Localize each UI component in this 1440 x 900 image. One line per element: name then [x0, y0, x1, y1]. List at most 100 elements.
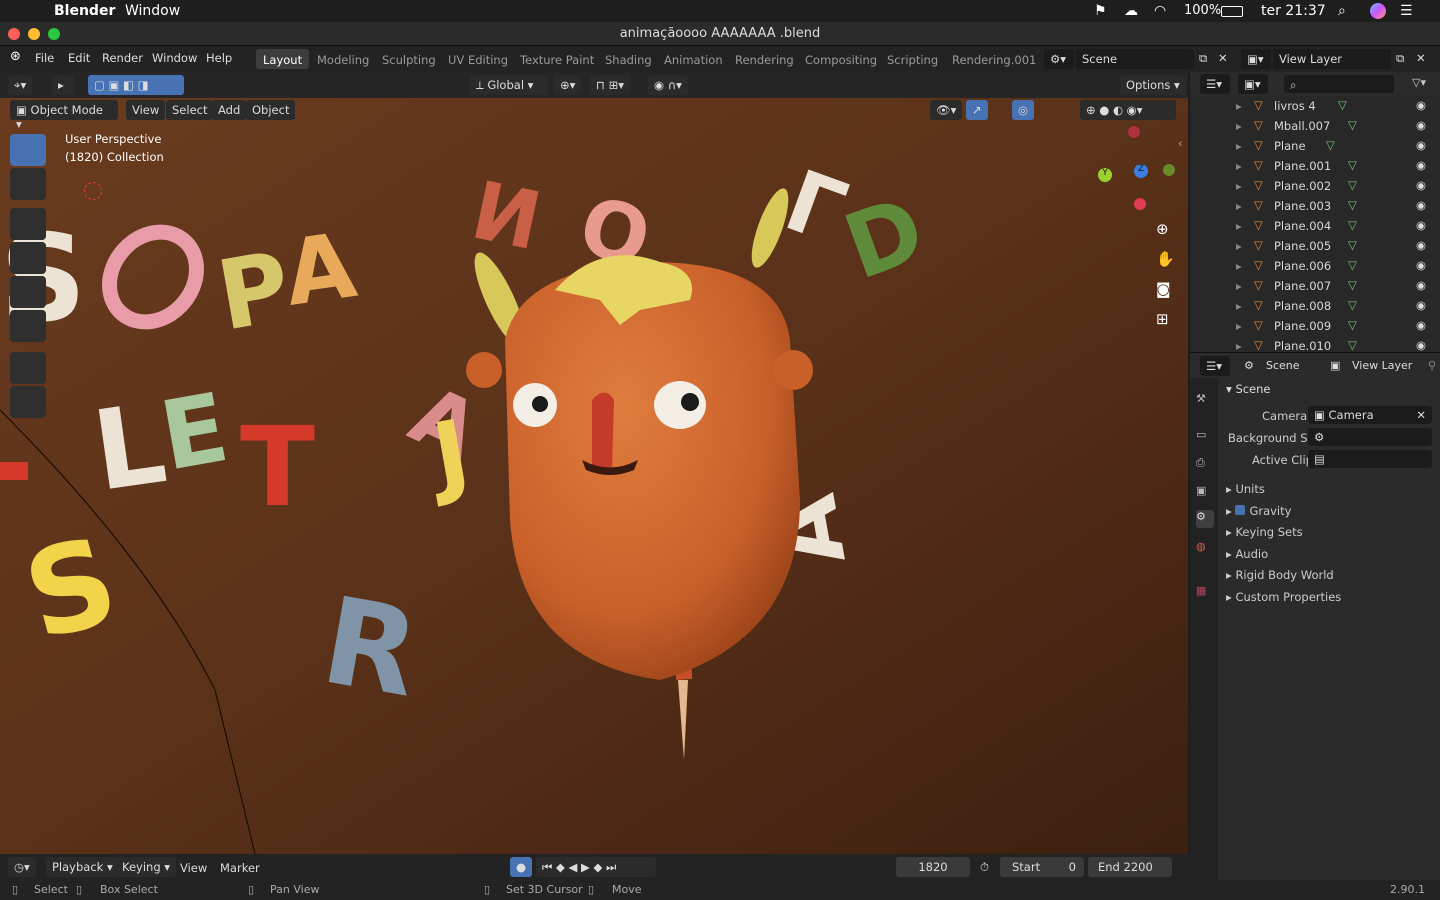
- expand-arrow-icon[interactable]: ▸: [1236, 299, 1242, 313]
- gizmo-y-axis[interactable]: Y: [1098, 168, 1112, 182]
- mesh-data-icon[interactable]: ▽: [1348, 298, 1357, 312]
- tab-scripting[interactable]: Scripting: [880, 49, 945, 69]
- world-tab-icon[interactable]: ◍: [1196, 540, 1214, 558]
- window-menu[interactable]: Window: [125, 3, 180, 19]
- menu-view[interactable]: View: [126, 100, 166, 120]
- render-tab-icon[interactable]: ▭: [1196, 428, 1214, 446]
- time-icon[interactable]: ⏱: [980, 860, 989, 875]
- visibility-eye-icon[interactable]: ◉: [1416, 298, 1426, 312]
- menu-file[interactable]: File: [35, 51, 54, 65]
- scene-selector-icon[interactable]: ⚙▾: [1044, 49, 1074, 69]
- view-layer-field[interactable]: View Layer: [1273, 49, 1391, 69]
- overlay-toggle-icon[interactable]: ◎: [1012, 100, 1035, 120]
- outliner-row[interactable]: ▸ ▽ livros 4 ▽ ◉: [1190, 96, 1440, 116]
- new-view-layer-icon[interactable]: ⧉: [1396, 51, 1404, 66]
- timeline-marker-menu[interactable]: Marker: [220, 861, 260, 875]
- expand-arrow-icon[interactable]: ▸: [1236, 159, 1242, 173]
- expand-arrow-icon[interactable]: ▸: [1236, 339, 1242, 353]
- mesh-data-icon[interactable]: ▽: [1348, 238, 1357, 252]
- visibility-eye-icon[interactable]: ◉: [1416, 198, 1426, 212]
- mesh-data-icon[interactable]: ▽: [1338, 98, 1347, 112]
- mesh-data-icon[interactable]: ▽: [1348, 218, 1357, 232]
- tab-texture-paint[interactable]: Texture Paint: [513, 49, 601, 69]
- mesh-data-icon[interactable]: ▽: [1348, 338, 1357, 352]
- mesh-data-icon[interactable]: ▽: [1348, 158, 1357, 172]
- breadcrumb-scene[interactable]: Scene: [1266, 359, 1300, 372]
- outliner-row[interactable]: ▸ ▽ Plane.004 ▽ ◉: [1190, 216, 1440, 236]
- subpanel-header[interactable]: ▸ Keying Sets: [1226, 525, 1303, 539]
- start-frame-field[interactable]: Start 0: [1000, 857, 1084, 877]
- visibility-toggle-icon[interactable]: 👁▾: [930, 100, 963, 120]
- visibility-eye-icon[interactable]: ◉: [1416, 338, 1426, 352]
- visibility-eye-icon[interactable]: ◉: [1416, 318, 1426, 332]
- background-scene-field[interactable]: ⚙: [1308, 428, 1432, 446]
- camera-view-icon[interactable]: ◙: [1156, 280, 1171, 298]
- mesh-data-icon[interactable]: ▽: [1348, 118, 1357, 132]
- select-mode-buttons[interactable]: ▢ ▣ ◧ ◨: [88, 75, 184, 95]
- control-center-icon[interactable]: ☰: [1400, 3, 1413, 19]
- menu-edit[interactable]: Edit: [68, 51, 90, 65]
- gravity-checkbox[interactable]: [1235, 504, 1246, 515]
- visibility-eye-icon[interactable]: ◉: [1416, 158, 1426, 172]
- tab-rendering[interactable]: Rendering: [728, 49, 801, 69]
- clock[interactable]: ter 21:37: [1261, 3, 1326, 19]
- mesh-data-icon[interactable]: ▽: [1348, 318, 1357, 332]
- expand-arrow-icon[interactable]: ▸: [1236, 219, 1242, 233]
- status-icon-2[interactable]: ☁: [1124, 3, 1138, 19]
- scene-panel-title[interactable]: ▾ Scene: [1226, 382, 1271, 396]
- editor-type-icon[interactable]: ⌖▾: [8, 75, 33, 95]
- visibility-eye-icon[interactable]: ◉: [1416, 278, 1426, 292]
- cursor-tool-icon[interactable]: [10, 168, 46, 200]
- proportional-edit-icon[interactable]: ◉ ∩▾: [648, 75, 688, 95]
- playback-menu[interactable]: Playback ▾: [46, 857, 119, 877]
- subpanel-header[interactable]: ▸ Gravity: [1226, 504, 1291, 518]
- output-tab-icon[interactable]: ⎙: [1196, 456, 1214, 474]
- expand-arrow-icon[interactable]: ▸: [1236, 119, 1242, 133]
- wifi-icon[interactable]: ◠: [1154, 3, 1166, 19]
- end-frame-field[interactable]: End 2200: [1088, 857, 1172, 877]
- mesh-data-icon[interactable]: ▽: [1348, 258, 1357, 272]
- delete-view-layer-icon[interactable]: ✕: [1416, 51, 1426, 65]
- tab-uv-editing[interactable]: UV Editing: [441, 49, 515, 69]
- gizmo-toggle-icon[interactable]: ↗: [966, 100, 988, 120]
- record-toggle-icon[interactable]: ●: [510, 857, 533, 877]
- pan-hand-icon[interactable]: ✋: [1156, 250, 1175, 268]
- pin-icon[interactable]: ⚲: [1428, 359, 1436, 372]
- spotlight-icon[interactable]: ⌕: [1338, 3, 1346, 19]
- expand-arrow-icon[interactable]: ▸: [1236, 179, 1242, 193]
- clear-camera-icon[interactable]: ✕: [1416, 408, 1426, 422]
- visibility-eye-icon[interactable]: ◉: [1416, 218, 1426, 232]
- menu-object[interactable]: Object: [246, 100, 296, 120]
- tool-tab-icon[interactable]: ⚒: [1196, 392, 1214, 410]
- playback-controls-icons[interactable]: ⏮ ◆ ◀ ▶ ◆ ⏭: [536, 857, 656, 877]
- menu-help[interactable]: Help: [206, 51, 232, 65]
- outliner-row[interactable]: ▸ ▽ Plane.005 ▽ ◉: [1190, 236, 1440, 256]
- select-box-tool-icon[interactable]: [10, 134, 46, 166]
- menu-add[interactable]: Add: [212, 100, 247, 120]
- visibility-eye-icon[interactable]: ◉: [1416, 238, 1426, 252]
- visibility-eye-icon[interactable]: ◉: [1416, 178, 1426, 192]
- expand-arrow-icon[interactable]: ▸: [1236, 99, 1242, 113]
- filter-icon[interactable]: ▽▾: [1412, 76, 1426, 89]
- gizmo-neg-y-icon[interactable]: [1163, 164, 1175, 176]
- tab-layout[interactable]: Layout: [256, 49, 310, 69]
- gizmo-neg-x-icon[interactable]: [1128, 126, 1140, 138]
- mesh-data-icon[interactable]: ▽: [1348, 278, 1357, 292]
- tab-shading[interactable]: Shading: [598, 49, 659, 69]
- mesh-data-icon[interactable]: ▽: [1326, 138, 1335, 152]
- zoom-icon[interactable]: ⊕: [1156, 220, 1169, 238]
- menu-window[interactable]: Window: [152, 51, 197, 65]
- outliner-row[interactable]: ▸ ▽ Plane ▽ ◉: [1190, 136, 1440, 156]
- expand-arrow-icon[interactable]: ▸: [1236, 319, 1242, 333]
- active-clip-field[interactable]: ▤: [1308, 450, 1432, 468]
- visibility-eye-icon[interactable]: ◉: [1416, 98, 1426, 112]
- properties-editor-type-icon[interactable]: ☰▾: [1200, 356, 1230, 376]
- outliner-search-input[interactable]: ⌕: [1284, 75, 1394, 93]
- current-frame-field[interactable]: 1820: [896, 857, 970, 877]
- breadcrumb-view-layer[interactable]: View Layer: [1352, 359, 1412, 372]
- active-tool-icon[interactable]: ▸: [52, 75, 74, 95]
- subpanel-header[interactable]: ▸ Custom Properties: [1226, 590, 1341, 604]
- tab-compositing[interactable]: Compositing: [798, 49, 884, 69]
- siri-icon[interactable]: [1370, 3, 1386, 19]
- timeline-editor-type-icon[interactable]: ◷▾: [8, 857, 36, 877]
